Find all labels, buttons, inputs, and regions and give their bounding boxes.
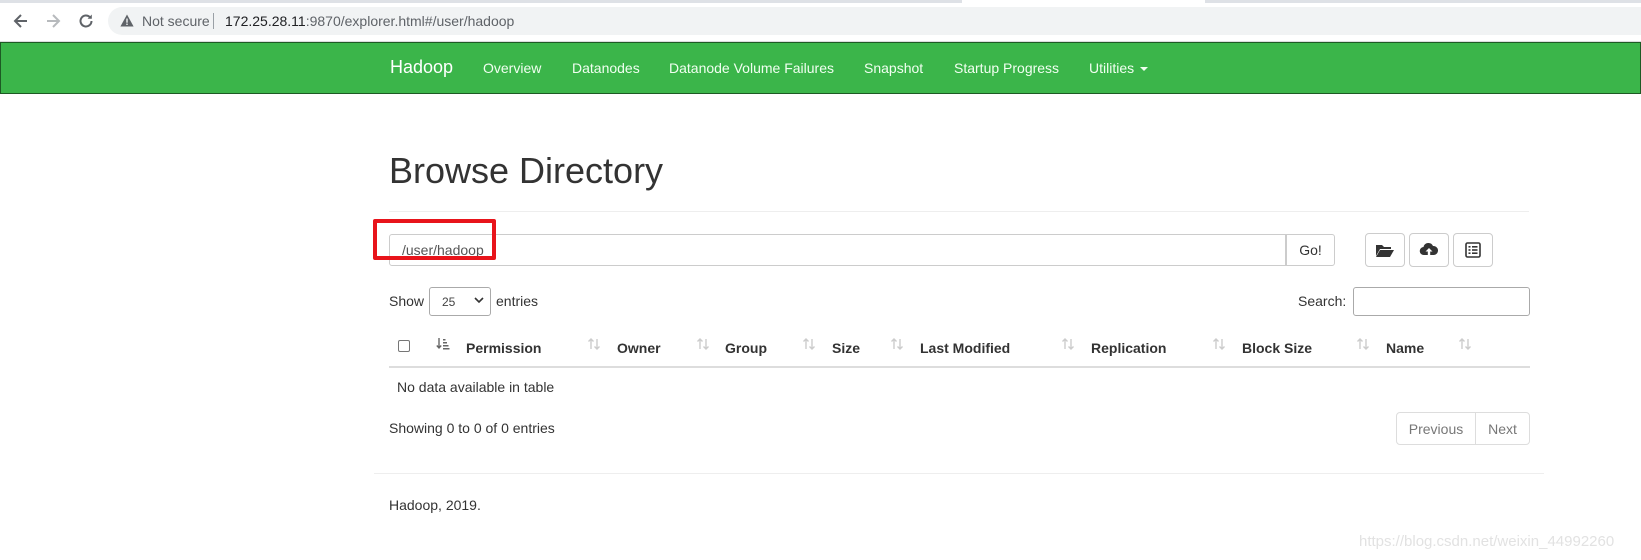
- nav-datanode-volume-failures[interactable]: Datanode Volume Failures: [669, 60, 834, 76]
- column-header-name[interactable]: Name: [1386, 340, 1424, 356]
- next-page-button[interactable]: Next: [1475, 412, 1530, 445]
- footer-text: Hadoop, 2019.: [389, 497, 481, 513]
- sort-both-icon[interactable]: [696, 337, 710, 351]
- browser-toolbar: Not secure 172.25.28.11:9870/explorer.ht…: [0, 0, 1641, 42]
- sort-both-icon[interactable]: [1061, 337, 1075, 351]
- cut-paste-button[interactable]: [1453, 233, 1493, 267]
- tab-strip-edge: [1205, 0, 1641, 3]
- column-header-block-size[interactable]: Block Size: [1242, 340, 1312, 356]
- nav-startup-progress[interactable]: Startup Progress: [954, 60, 1059, 76]
- table-header-border: [389, 366, 1530, 368]
- upload-files-button[interactable]: [1409, 233, 1449, 267]
- show-label: Show: [389, 293, 425, 309]
- create-directory-button[interactable]: [1365, 233, 1405, 267]
- directory-path-input[interactable]: [389, 234, 1286, 266]
- column-header-permission[interactable]: Permission: [466, 340, 541, 356]
- caret-down-icon: [1140, 67, 1149, 72]
- previous-page-button[interactable]: Previous: [1396, 412, 1476, 445]
- entries-label: entries: [496, 293, 539, 309]
- nav-datanodes[interactable]: Datanodes: [572, 60, 640, 76]
- column-header-owner[interactable]: Owner: [617, 340, 661, 356]
- nav-overview[interactable]: Overview: [483, 60, 541, 76]
- go-button[interactable]: Go!: [1286, 234, 1335, 266]
- address-bar[interactable]: Not secure 172.25.28.11:9870/explorer.ht…: [108, 7, 1641, 35]
- warning-icon: [120, 14, 134, 27]
- search-label: Search:: [1298, 293, 1347, 309]
- watermark-text: https://blog.csdn.net/weixin_44992260: [1359, 533, 1615, 550]
- back-button[interactable]: [9, 9, 33, 33]
- sort-both-icon[interactable]: [1356, 337, 1370, 351]
- entries-per-page-value: 25: [442, 294, 456, 309]
- url-host: 172.25.28.11: [225, 13, 306, 29]
- table-empty-message: No data available in table: [397, 379, 555, 395]
- forward-button[interactable]: [41, 9, 65, 33]
- reload-button[interactable]: [74, 9, 98, 33]
- cloud-upload-icon: [1419, 242, 1439, 257]
- sort-both-icon[interactable]: [1458, 337, 1472, 351]
- top-navbar: Hadoop Overview Datanodes Datanode Volum…: [0, 42, 1641, 94]
- chevron-down-icon: [474, 297, 484, 304]
- table-info: Showing 0 to 0 of 0 entries: [389, 420, 555, 436]
- sort-active-icon[interactable]: [436, 337, 450, 351]
- security-label[interactable]: Not secure: [142, 13, 210, 29]
- navbar-brand[interactable]: Hadoop: [390, 57, 453, 78]
- list-alt-icon: [1465, 242, 1481, 258]
- table-search-input[interactable]: [1353, 287, 1530, 316]
- divider: [389, 211, 1529, 212]
- url-text[interactable]: 172.25.28.11:9870/explorer.html#/user/ha…: [225, 13, 514, 29]
- sort-both-icon[interactable]: [802, 337, 816, 351]
- arrow-right-icon: [47, 14, 61, 28]
- tab-strip-edge: [0, 0, 962, 3]
- nav-utilities-label: Utilities: [1089, 60, 1135, 76]
- column-header-last-modified[interactable]: Last Modified: [920, 340, 1010, 356]
- column-header-size[interactable]: Size: [832, 340, 860, 356]
- reload-icon: [79, 14, 93, 28]
- address-separator: [213, 13, 214, 29]
- page-title: Browse Directory: [389, 150, 664, 191]
- column-header-replication[interactable]: Replication: [1091, 340, 1166, 356]
- url-path: :9870/explorer.html#/user/hadoop: [305, 13, 515, 29]
- nav-utilities-dropdown[interactable]: Utilities: [1089, 60, 1149, 76]
- sort-both-icon[interactable]: [587, 337, 601, 351]
- column-header-group[interactable]: Group: [725, 340, 767, 356]
- sort-both-icon[interactable]: [1212, 337, 1226, 351]
- entries-per-page-select[interactable]: 25: [429, 287, 491, 316]
- arrow-left-icon: [13, 14, 27, 28]
- footer-divider: [374, 473, 1544, 474]
- folder-open-icon: [1376, 245, 1394, 257]
- select-all-checkbox[interactable]: [398, 340, 410, 352]
- nav-snapshot[interactable]: Snapshot: [864, 60, 923, 76]
- sort-both-icon[interactable]: [890, 337, 904, 351]
